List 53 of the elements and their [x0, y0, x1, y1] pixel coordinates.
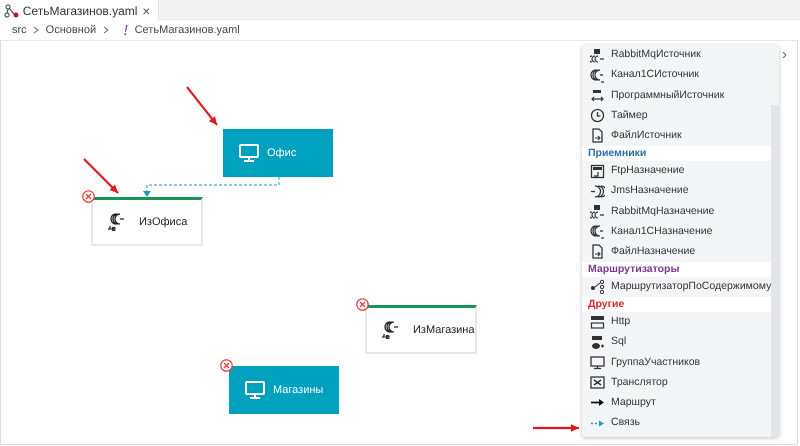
database-icon [590, 334, 605, 350]
router-icon [590, 279, 605, 294]
palette-item[interactable]: Транслятор [582, 372, 772, 393]
translator-icon [590, 375, 605, 390]
connector-icon [590, 68, 605, 83]
close-button[interactable]: × [140, 4, 152, 18]
monitor-icon [590, 355, 605, 370]
palette-item[interactable]: МаршрутизаторПоСодержимому [582, 276, 772, 298]
connector-icon [590, 184, 605, 199]
palette-item[interactable]: Http [582, 312, 772, 332]
palette-item[interactable]: Канал1СНазначение [582, 222, 772, 242]
exclamation-icon [123, 24, 130, 36]
breadcrumb-file[interactable]: СетьМагазинов.yaml [134, 22, 240, 38]
palette-item[interactable]: Канал1СИсточник [582, 65, 772, 86]
palette-item[interactable]: RabbitMqИсточник [582, 45, 772, 66]
breadcrumb-folder[interactable]: src [12, 22, 27, 38]
http-icon [590, 314, 605, 330]
palette-item[interactable]: ГруппаУчастников [582, 352, 772, 373]
tab-title: СетьМагазинов.yaml [22, 2, 138, 20]
endpoint-node[interactable]: ИзОфиса [91, 197, 203, 246]
chevron-icon [32, 26, 40, 34]
file-icon [590, 244, 605, 260]
clock-icon [590, 108, 605, 124]
palette-item[interactable]: Связь [582, 413, 772, 434]
palette-item[interactable]: JmsНазначение [582, 181, 772, 202]
ftp-icon [590, 164, 605, 179]
palette-item[interactable]: RabbitMqНазначение [582, 201, 772, 222]
connector-icon [590, 224, 605, 240]
rabbit-icon [590, 48, 605, 63]
palette-section-title: Приемники [582, 146, 772, 161]
palette-section-title: Другие [582, 297, 772, 312]
chevron-icon [102, 26, 110, 34]
scrollbar-thumb[interactable] [771, 105, 779, 437]
editor-tab[interactable]: СетьМагазинов.yaml × [0, 0, 160, 21]
palette-section-title: Маршрутизаторы [582, 262, 772, 277]
palette-item[interactable]: ПрограммныйИсточник [582, 85, 772, 106]
monitor-icon [245, 381, 265, 399]
program-icon [590, 88, 605, 103]
endpoint-node[interactable]: ИзМагазина [365, 305, 477, 354]
palette-item[interactable]: Sql [582, 332, 772, 352]
palette-item[interactable]: ФайлИсточник [582, 126, 772, 146]
diagram-icon [4, 4, 20, 18]
rabbit-icon [590, 204, 605, 219]
palette-item[interactable]: Маршрут [582, 392, 772, 413]
file-icon [590, 128, 605, 144]
breadcrumb-folder[interactable]: Основной [46, 22, 96, 38]
connector-icon [107, 213, 125, 231]
palette-item[interactable]: FtpНазначение [582, 160, 772, 182]
connector-icon [381, 321, 399, 339]
palette-item[interactable]: ФайлНазначение [582, 242, 772, 262]
palette-toggle-button[interactable]: › [782, 47, 787, 62]
palette-item[interactable]: Таймер [582, 106, 772, 126]
monitor-icon [239, 144, 259, 162]
